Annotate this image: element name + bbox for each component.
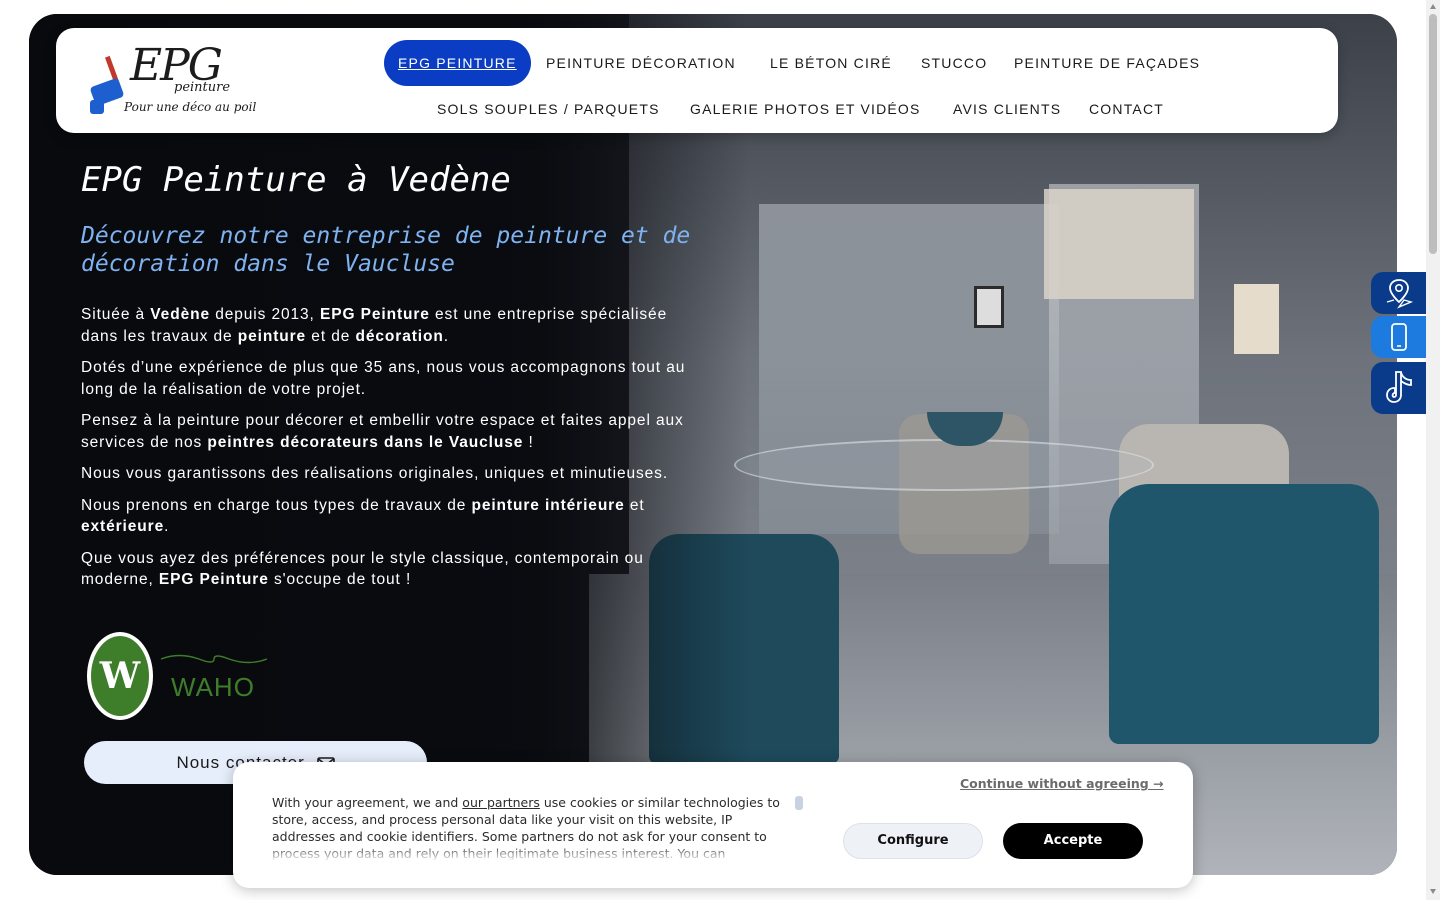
scroll-up-arrow-icon[interactable]	[1430, 4, 1436, 9]
nav-item-peinture-decoration[interactable]: PEINTURE DÉCORATION	[532, 40, 750, 86]
nav-item-galerie[interactable]: GALERIE PHOTOS ET VIDÉOS	[676, 86, 935, 132]
nav-item-contact[interactable]: CONTACT	[1075, 86, 1178, 132]
nav-item-epg-peinture[interactable]: EPG PEINTURE	[384, 40, 531, 86]
waho-label: WAHO	[171, 672, 255, 702]
nav-item-beton-cire[interactable]: LE BÉTON CIRÉ	[756, 40, 906, 86]
intro-paragraph-4: Nous vous garantissons des réalisations …	[81, 465, 669, 482]
cookie-consent-banner: Continue without agreeing → With your ag…	[233, 762, 1193, 888]
accept-button[interactable]: Accepte	[1003, 823, 1143, 859]
site-header: EPG peinture Pour une déco au poil EPG P…	[56, 28, 1338, 133]
configure-button[interactable]: Configure	[843, 823, 983, 859]
scroll-thumb[interactable]	[1429, 14, 1437, 254]
map-pin-icon	[1386, 279, 1413, 309]
intro-paragraph-5: Nous prenons en charge tous types de tra…	[81, 496, 645, 536]
phone-icon	[1390, 323, 1407, 351]
continue-without-agreeing-link[interactable]: Continue without agreeing →	[960, 776, 1164, 791]
hero-content: EPG Peinture à Vedène Découvrez notre en…	[81, 160, 691, 591]
scroll-down-arrow-icon[interactable]	[1430, 889, 1436, 894]
side-map-button[interactable]	[1371, 272, 1426, 314]
our-partners-link[interactable]: our partners	[462, 795, 540, 810]
page-title: EPG Peinture à Vedène	[81, 160, 511, 200]
intro-paragraph-1: Située à Vedène depuis 2013, EPG Peintur…	[81, 306, 668, 345]
intro-paragraph-2: Dotés d’une expérience de plus que 35 an…	[81, 359, 686, 398]
side-phone-button[interactable]	[1371, 316, 1426, 358]
waho-badge[interactable]: W WAHO	[87, 632, 277, 722]
main-nav: EPG PEINTURE PEINTURE DÉCORATION LE BÉTO…	[56, 28, 1338, 133]
intro-paragraph-3: Pensez à la peinture pour décorer et emb…	[81, 412, 684, 451]
tiktok-icon	[1385, 371, 1412, 403]
page-subtitle: Découvrez notre entreprise de peinture e…	[81, 223, 691, 277]
waho-letter: W	[91, 636, 149, 716]
cookie-text-scrollbar[interactable]	[795, 796, 803, 810]
nav-item-peinture-facades[interactable]: PEINTURE DE FAÇADES	[1000, 40, 1214, 86]
nav-item-stucco[interactable]: STUCCO	[907, 40, 1001, 86]
nav-item-sols-souples[interactable]: SOLS SOUPLES / PARQUETS	[423, 86, 674, 132]
nav-item-avis-clients[interactable]: AVIS CLIENTS	[939, 86, 1075, 132]
intro-paragraph-6: Que vous ayez des préférences pour le st…	[81, 549, 644, 589]
ornament-icon	[160, 654, 268, 664]
page-scrollbar[interactable]	[1426, 0, 1440, 900]
side-tiktok-button[interactable]	[1371, 362, 1426, 414]
